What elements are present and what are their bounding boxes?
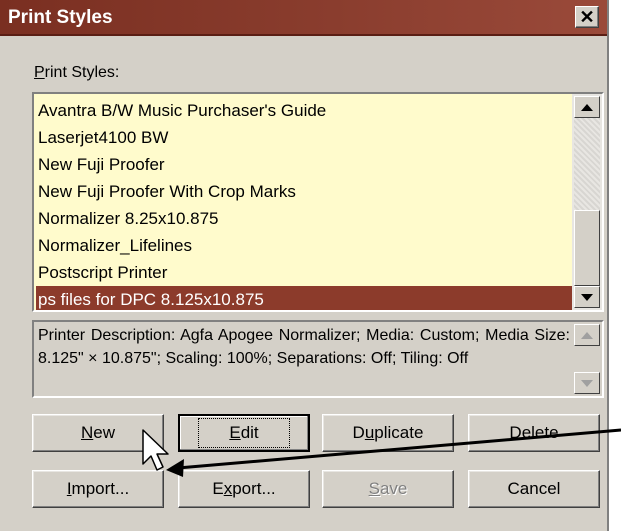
arrow-up-icon xyxy=(581,103,593,111)
delete-button[interactable]: Delete xyxy=(468,414,600,452)
list-scrollbar[interactable] xyxy=(572,94,602,310)
desc-scroll-down-button xyxy=(574,372,600,394)
printer-description-box: Printer Description: Agfa Apogee Normali… xyxy=(32,320,604,398)
import-button[interactable]: Import... xyxy=(32,470,164,508)
export-button[interactable]: Export... xyxy=(178,470,310,508)
printer-description-text: Printer Description: Agfa Apogee Normali… xyxy=(38,327,570,367)
arrow-down-icon xyxy=(581,293,593,301)
duplicate-button[interactable]: Duplicate xyxy=(322,414,454,452)
arrow-down-icon xyxy=(581,379,593,387)
save-button[interactable]: Save xyxy=(322,470,454,508)
list-item[interactable]: Normalizer 8.25x10.875 xyxy=(36,205,572,232)
scroll-thumb[interactable] xyxy=(574,210,600,286)
list-item[interactable]: New Fuji Proofer With Crop Marks xyxy=(36,178,572,205)
description-scrollbar xyxy=(572,322,602,396)
scroll-up-button[interactable] xyxy=(574,96,600,118)
print-styles-list[interactable]: Avantra B/W Music Purchaser's Guide Lase… xyxy=(32,92,604,312)
desc-scroll-up-button xyxy=(574,324,600,346)
desc-scroll-track xyxy=(574,346,600,372)
arrow-up-icon xyxy=(581,331,593,339)
title-bar[interactable]: Print Styles ✕ xyxy=(0,0,607,36)
close-icon: ✕ xyxy=(579,7,595,27)
list-item[interactable]: New Fuji Proofer xyxy=(36,151,572,178)
list-item[interactable]: Laserjet4100 BW xyxy=(36,124,572,151)
print-styles-dialog: Print Styles ✕ Print Styles: Avantra B/W… xyxy=(0,0,609,531)
edit-button[interactable]: Edit xyxy=(178,414,310,452)
list-item[interactable]: Normalizer_Lifelines xyxy=(36,232,572,259)
scroll-track[interactable] xyxy=(574,118,600,210)
list-item[interactable]: Avantra B/W Music Purchaser's Guide xyxy=(36,97,572,124)
scroll-down-button[interactable] xyxy=(574,286,600,308)
close-button[interactable]: ✕ xyxy=(575,6,599,28)
window-title: Print Styles xyxy=(8,7,113,28)
cancel-button[interactable]: Cancel xyxy=(468,470,600,508)
list-item[interactable]: Postscript Printer xyxy=(36,259,572,286)
new-button[interactable]: New xyxy=(32,414,164,452)
list-item-selected[interactable]: ps files for DPC 8.125x10.875 xyxy=(36,286,572,310)
print-styles-label: Print Styles: xyxy=(34,64,120,81)
